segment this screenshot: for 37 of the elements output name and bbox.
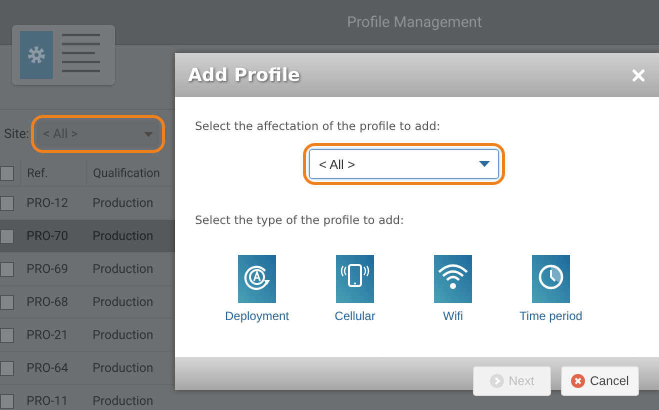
cancel-button[interactable]: Cancel (561, 366, 639, 396)
table-cell: PRO-69 (20, 252, 86, 286)
row-checkbox[interactable] (0, 262, 14, 276)
profile-type-button[interactable]: Time period (502, 255, 600, 323)
phone-icon (336, 255, 374, 303)
column-header[interactable]: Ref. (20, 160, 86, 186)
profile-type-button[interactable]: Deployment (208, 255, 306, 323)
deployment-icon (238, 255, 276, 303)
table-row[interactable]: PRO-11 Production (0, 384, 180, 410)
table-cell: PRO-21 (20, 318, 86, 352)
settings-list-button[interactable] (12, 25, 115, 85)
affectation-dropdown[interactable]: < All > (309, 149, 499, 179)
arrow-circle-icon (490, 374, 504, 388)
table-cell: PRO-64 (20, 352, 86, 384)
row-checkbox[interactable] (0, 196, 14, 210)
row-checkbox[interactable] (0, 394, 14, 408)
profile-type-button[interactable]: Cellular (306, 255, 404, 323)
site-label: Site: (4, 126, 30, 142)
caret-icon (479, 161, 490, 167)
caret-icon (144, 132, 154, 136)
clock-icon (532, 255, 570, 303)
close-icon[interactable] (632, 68, 645, 82)
row-checkbox[interactable] (0, 228, 14, 244)
row-checkbox[interactable] (0, 360, 14, 376)
table-cell: PRO-11 (20, 384, 86, 410)
affectation-prompt: Select the affectation of the profile to add: (195, 119, 442, 133)
table-cell: PRO-70 (20, 220, 86, 252)
profile-type-button[interactable]: Wifi (404, 255, 502, 323)
cancel-icon (571, 374, 586, 388)
table-cell: PRO-68 (20, 286, 86, 318)
table-row[interactable]: PRO-70 Production (0, 220, 180, 252)
select-all-checkbox[interactable] (0, 166, 14, 180)
row-checkbox[interactable] (0, 328, 14, 342)
type-prompt: Select the type of the profile to add: (195, 213, 405, 227)
wifi-icon (434, 255, 472, 303)
dialog-title: Add Profile (188, 64, 300, 86)
row-checkbox[interactable] (0, 294, 14, 310)
